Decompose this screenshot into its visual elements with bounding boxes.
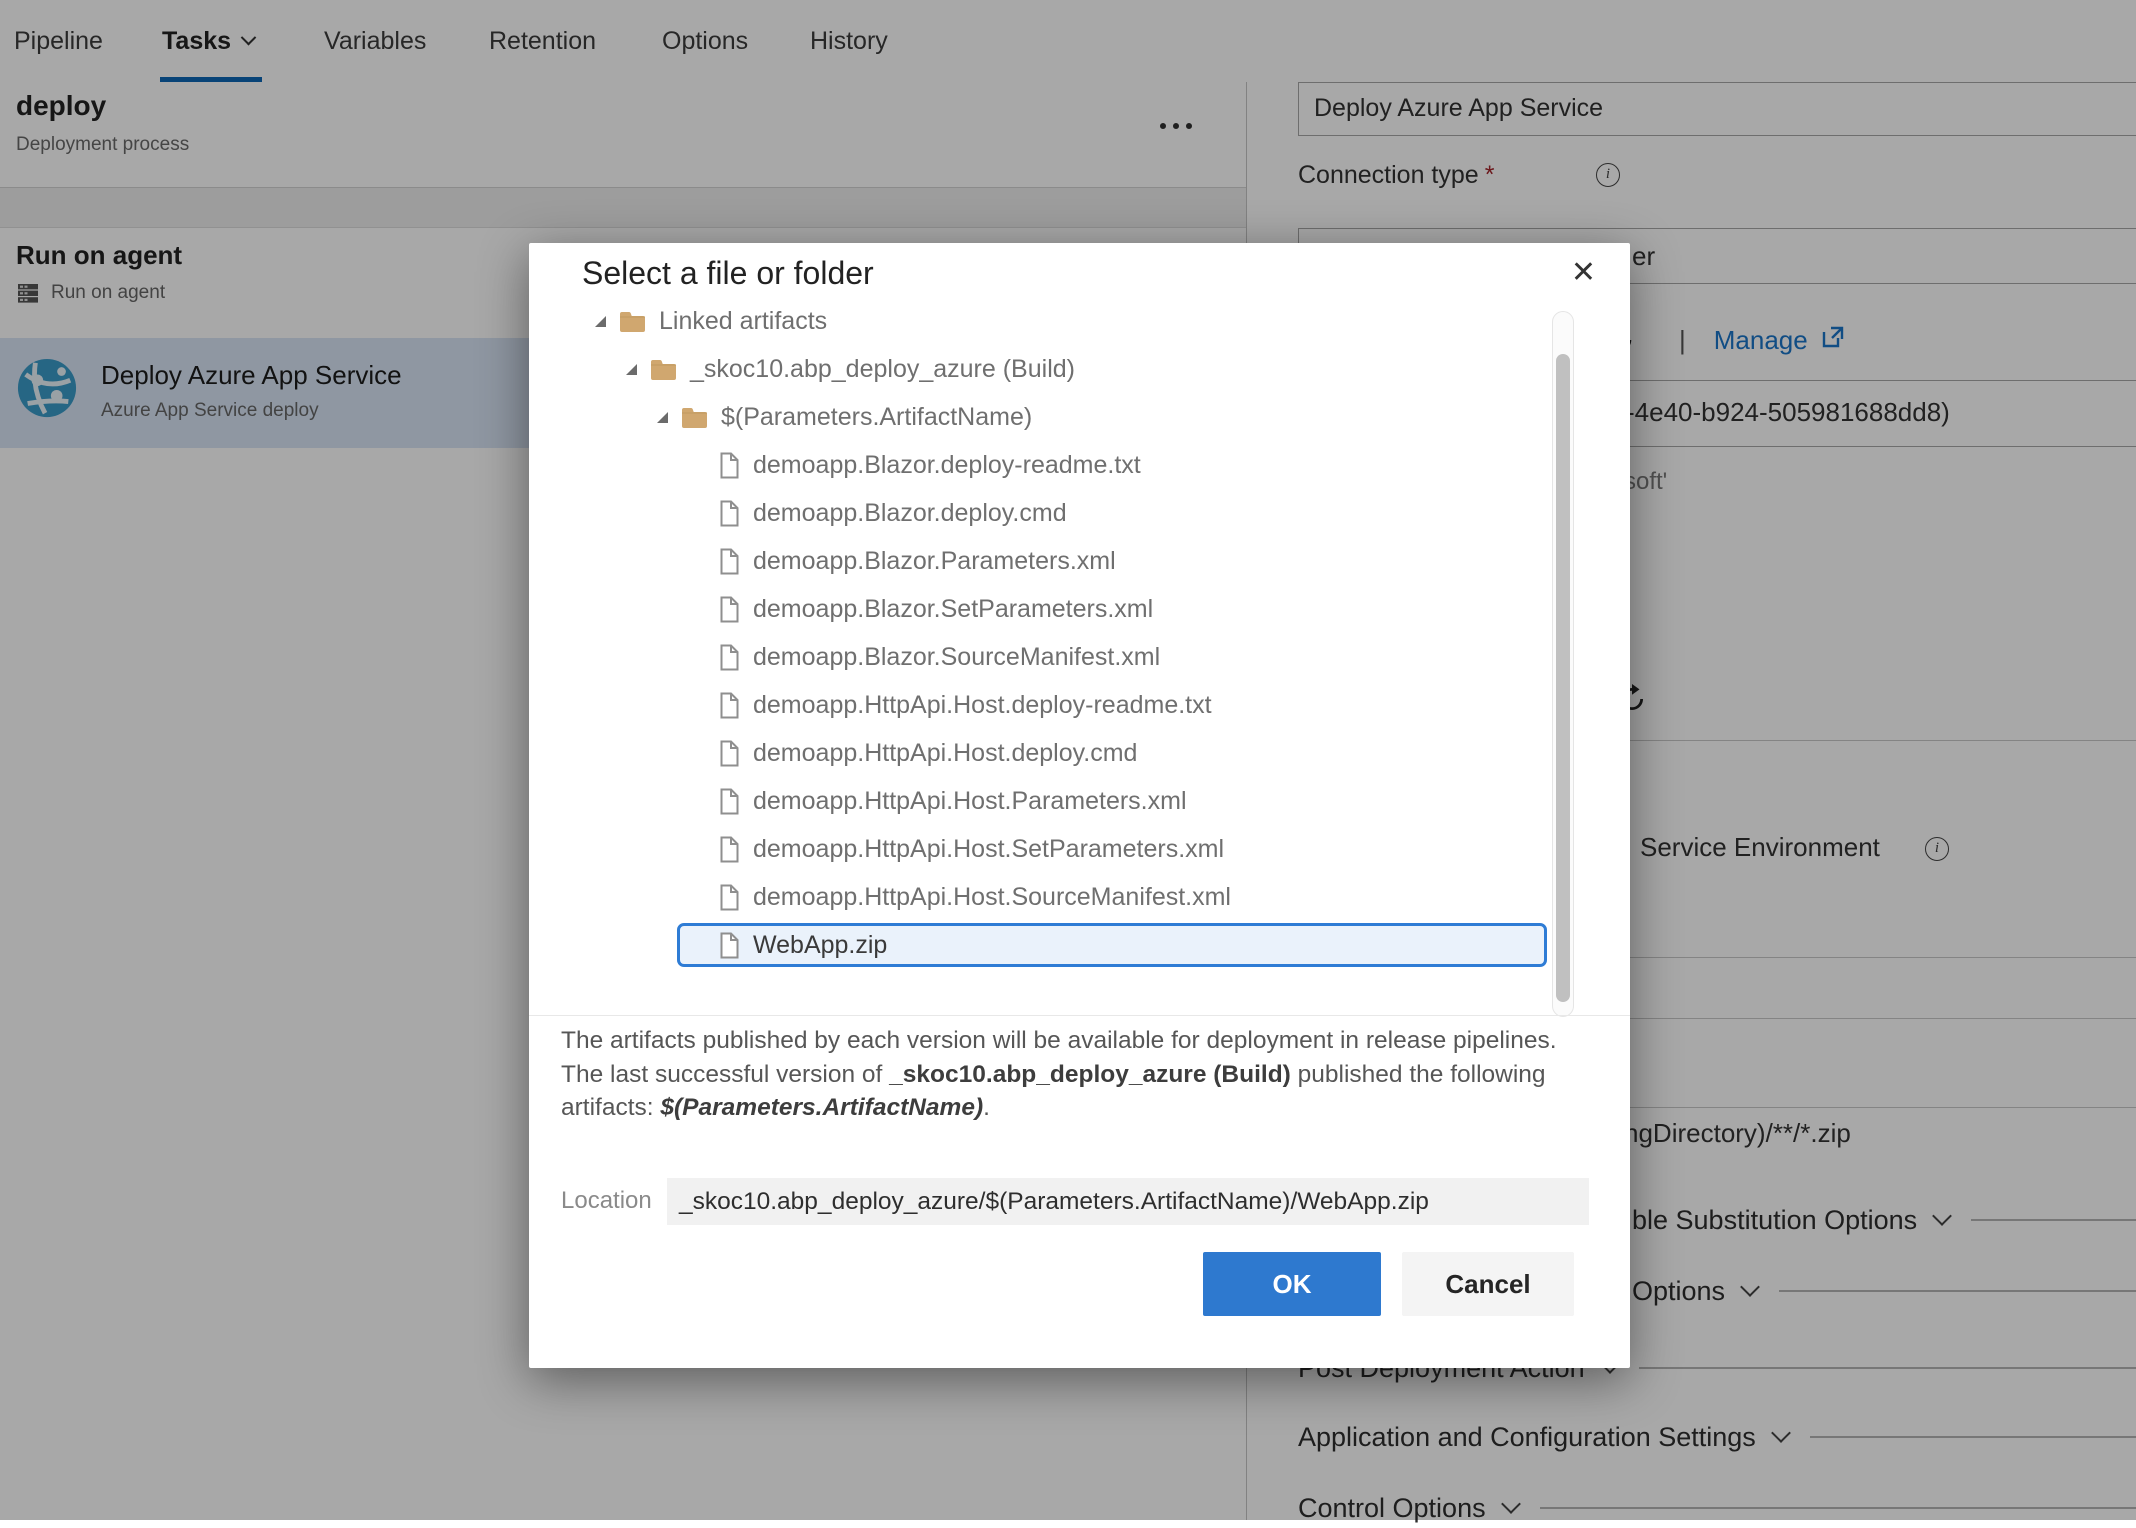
cancel-button[interactable]: Cancel: [1402, 1252, 1574, 1316]
file-icon: [719, 788, 740, 815]
file-icon: [719, 596, 740, 623]
tree-scrollbar[interactable]: [1552, 311, 1574, 1017]
location-value-field[interactable]: _skoc10.abp_deploy_azure/$(Parameters.Ar…: [667, 1178, 1589, 1225]
file-icon: [719, 932, 740, 959]
expander-icon[interactable]: [657, 412, 668, 423]
file-icon: [719, 548, 740, 575]
tree-item[interactable]: demoapp.Blazor.deploy.cmd: [569, 489, 1570, 537]
folder-icon: [619, 311, 646, 333]
ok-button[interactable]: OK: [1203, 1252, 1381, 1316]
tree-item[interactable]: WebApp.zip: [569, 921, 1570, 969]
file-icon: [719, 884, 740, 911]
tree-item[interactable]: demoapp.Blazor.deploy-readme.txt: [569, 441, 1570, 489]
tree-item[interactable]: demoapp.HttpApi.Host.deploy-readme.txt: [569, 681, 1570, 729]
expander-icon[interactable]: [595, 316, 606, 327]
dialog-title: Select a file or folder: [582, 255, 874, 292]
folder-icon: [681, 406, 708, 429]
file-icon: [719, 836, 740, 863]
close-icon[interactable]: ✕: [1571, 255, 1596, 291]
selected-tree-item[interactable]: WebApp.zip: [677, 923, 1547, 967]
file-icon: [719, 692, 740, 719]
location-label: Location: [561, 1178, 652, 1224]
file-picker-dialog: Select a file or folder ✕ Linked artifac…: [529, 243, 1630, 1368]
folder-icon: [650, 358, 677, 381]
tree-item[interactable]: demoapp.Blazor.Parameters.xml: [569, 537, 1570, 585]
tree-item[interactable]: demoapp.HttpApi.Host.SetParameters.xml: [569, 825, 1570, 873]
expander-icon[interactable]: [626, 364, 637, 375]
scrollbar-thumb[interactable]: [1556, 354, 1570, 1002]
tree-item[interactable]: Linked artifacts: [569, 311, 1570, 345]
file-icon: [719, 644, 740, 671]
tree-item[interactable]: demoapp.HttpApi.Host.SourceManifest.xml: [569, 873, 1570, 921]
artifact-file-tree: Linked artifacts_skoc10.abp_deploy_azure…: [569, 311, 1570, 1015]
tree-item[interactable]: demoapp.Blazor.SourceManifest.xml: [569, 633, 1570, 681]
file-icon: [719, 500, 740, 527]
tree-item[interactable]: demoapp.HttpApi.Host.Parameters.xml: [569, 777, 1570, 825]
tree-item[interactable]: demoapp.Blazor.SetParameters.xml: [569, 585, 1570, 633]
file-icon: [719, 452, 740, 479]
tree-item[interactable]: demoapp.HttpApi.Host.deploy.cmd: [569, 729, 1570, 777]
tree-item[interactable]: _skoc10.abp_deploy_azure (Build): [569, 345, 1570, 393]
dialog-divider: [529, 1015, 1630, 1016]
artifact-description: The artifacts published by each version …: [561, 1024, 1581, 1125]
file-icon: [719, 740, 740, 767]
tree-item[interactable]: $(Parameters.ArtifactName): [569, 393, 1570, 441]
